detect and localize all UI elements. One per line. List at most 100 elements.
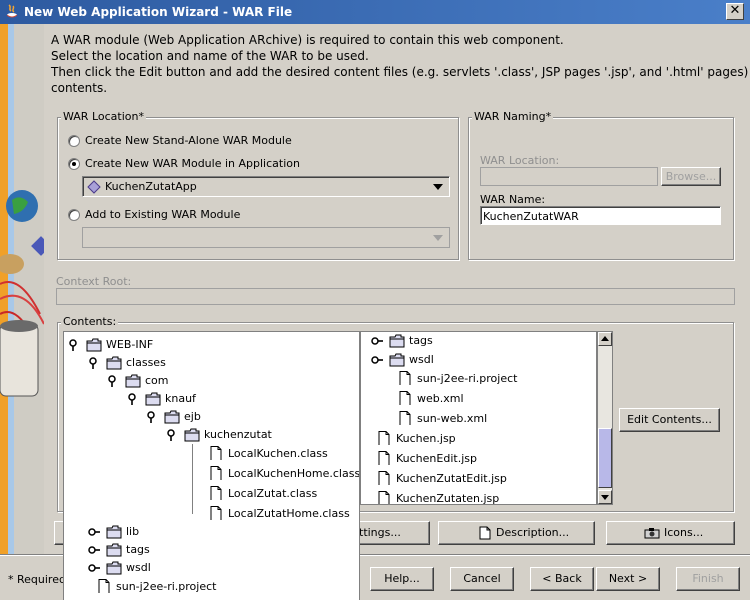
file-icon xyxy=(210,466,222,480)
file-icon xyxy=(98,579,110,593)
application-diamond-icon xyxy=(87,180,101,194)
file-icon xyxy=(210,506,222,520)
folder-icon xyxy=(389,334,405,348)
camera-icon xyxy=(644,528,660,539)
tree-node-label: web.xml xyxy=(417,392,464,405)
folder-icon xyxy=(184,428,200,442)
description-button-label: Description... xyxy=(496,526,570,539)
cancel-button[interactable]: Cancel xyxy=(450,567,514,591)
folder-icon xyxy=(145,392,161,406)
radio-in-application-label: Create New WAR Module in Application xyxy=(85,157,300,170)
contents-title: Contents: xyxy=(61,315,119,328)
context-root-field[interactable] xyxy=(56,288,735,305)
tree-expanded-icon[interactable] xyxy=(107,375,119,387)
finish-button[interactable]: Finish xyxy=(676,567,740,591)
file-icon xyxy=(378,451,390,465)
file-icon xyxy=(378,431,390,445)
war-name-label: WAR Name: xyxy=(480,193,546,206)
folder-icon xyxy=(164,410,180,424)
folder-icon xyxy=(125,374,141,388)
tree-connector-line xyxy=(192,444,193,514)
tree-node-label: tags xyxy=(126,543,150,556)
back-button[interactable]: < Back xyxy=(530,567,594,591)
icons-button[interactable]: Icons... xyxy=(606,521,735,545)
intro-line-1: A WAR module (Web Application ARchive) i… xyxy=(51,33,564,47)
folder-icon xyxy=(106,525,122,539)
radio-in-application[interactable] xyxy=(68,158,80,170)
context-root-label: Context Root: xyxy=(56,275,132,288)
document-icon xyxy=(479,526,491,540)
folder-icon xyxy=(86,338,102,352)
description-button[interactable]: Description... xyxy=(438,521,595,545)
contents-scrollbar[interactable] xyxy=(597,331,613,505)
file-icon xyxy=(399,411,411,425)
tree-collapsed-icon[interactable] xyxy=(371,335,383,347)
folder-icon xyxy=(106,543,122,557)
existing-war-combo[interactable] xyxy=(82,227,450,248)
radio-standalone[interactable] xyxy=(68,135,80,147)
scroll-up-button[interactable] xyxy=(598,332,612,346)
tree-collapsed-icon[interactable] xyxy=(88,544,100,556)
file-icon xyxy=(378,491,390,504)
folder-icon xyxy=(389,353,405,367)
next-button[interactable]: Next > xyxy=(596,567,660,591)
intro-line-4: contents. xyxy=(51,81,108,95)
icons-button-label: Icons... xyxy=(664,526,704,539)
tree-node-label: sun-j2ee-ri.project xyxy=(116,580,217,593)
tree-node-label: LocalZutatHome.class xyxy=(228,507,350,520)
tree-expanded-icon[interactable] xyxy=(127,393,139,405)
chevron-down-icon xyxy=(433,235,443,241)
tree-node-label: tags xyxy=(409,334,433,347)
help-button[interactable]: Help... xyxy=(370,567,434,591)
tree-expanded-icon[interactable] xyxy=(68,339,80,351)
file-icon xyxy=(210,486,222,500)
tree-collapsed-icon[interactable] xyxy=(371,354,383,366)
tree-collapsed-icon[interactable] xyxy=(88,526,100,538)
war-name-field[interactable]: KuchenZutatWAR xyxy=(480,206,721,225)
title-bar: New Web Application Wizard - WAR File ✕ xyxy=(0,0,750,24)
war-location-label: WAR Location: xyxy=(480,154,560,167)
file-icon xyxy=(399,391,411,405)
tree-node-label: KuchenEdit.jsp xyxy=(396,452,477,465)
tree-node-label: sun-j2ee-ri.project xyxy=(417,372,518,385)
tree-node-label: kuchenzutat xyxy=(204,428,272,441)
edit-contents-button[interactable]: Edit Contents... xyxy=(619,408,720,432)
war-naming-group xyxy=(468,117,734,260)
tree-node-label: KuchenZutatEdit.jsp xyxy=(396,472,507,485)
radio-existing[interactable] xyxy=(68,209,80,221)
folder-icon xyxy=(106,356,122,370)
arrow-down-icon xyxy=(601,495,609,500)
chevron-down-icon xyxy=(433,184,443,190)
required-note: * Required xyxy=(8,573,66,586)
application-combo-value: KuchenZutatApp xyxy=(105,180,197,193)
war-location-field[interactable] xyxy=(480,167,658,186)
contents-tree[interactable]: tags wsdl sun-j2ee-ri.project web.xml sun-we… xyxy=(360,331,597,505)
tree-collapsed-icon[interactable] xyxy=(88,562,100,574)
tree-node-label: wsdl xyxy=(409,353,434,366)
tree-node-label: LocalKuchen.class xyxy=(228,447,328,460)
tree-expanded-icon[interactable] xyxy=(146,411,158,423)
war-location-title: WAR Location* xyxy=(61,110,146,123)
folder-icon xyxy=(106,561,122,575)
tree-expanded-icon[interactable] xyxy=(88,357,100,369)
tree-node-label: com xyxy=(145,374,169,387)
popup-file-tree[interactable]: WEB-INF classes com knauf ejb kuchenzutat Loca… xyxy=(63,331,360,600)
scroll-thumb[interactable] xyxy=(598,428,612,488)
tree-node-label: KuchenZutaten.jsp xyxy=(396,492,500,505)
wizard-art-icon xyxy=(0,24,44,554)
java-icon xyxy=(6,4,18,18)
close-button[interactable]: ✕ xyxy=(726,3,744,20)
tree-node-label: ejb xyxy=(184,410,201,423)
intro-line-2: Select the location and name of the WAR … xyxy=(51,49,369,63)
scroll-down-button[interactable] xyxy=(598,490,612,504)
application-combo[interactable]: KuchenZutatApp xyxy=(82,176,450,197)
file-icon xyxy=(378,471,390,485)
browse-button[interactable]: Browse... xyxy=(661,167,721,186)
radio-standalone-label: Create New Stand-Alone WAR Module xyxy=(85,134,292,147)
tree-node-label: WEB-INF xyxy=(106,338,154,351)
tree-expanded-icon[interactable] xyxy=(166,429,178,441)
tree-node-label: LocalZutat.class xyxy=(228,487,318,500)
tree-node-label: lib xyxy=(126,525,140,538)
radio-existing-label: Add to Existing WAR Module xyxy=(85,208,241,221)
intro-line-3: Then click the Edit button and add the d… xyxy=(51,65,750,79)
